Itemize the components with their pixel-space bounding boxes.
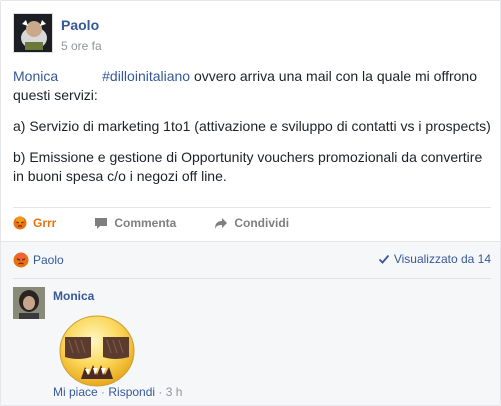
post-header: Paolo 5 ore fa — [13, 13, 483, 57]
post-paragraph-b: b) Emissione e gestione di Opportunity v… — [13, 149, 483, 184]
share-button[interactable]: Condividi — [214, 216, 289, 230]
meta-separator-2: · — [155, 385, 166, 399]
angry-face-icon — [13, 215, 27, 230]
post-intro-text: ovvero arriva una mail con la quale mi o… — [13, 68, 477, 103]
author-avatar[interactable] — [13, 13, 53, 53]
seen-by-label: Visualizzato da 14 — [393, 252, 491, 266]
reactions-summary: Paolo Visualizzato da 14 — [13, 250, 491, 270]
post-time[interactable]: 5 ore fa — [61, 39, 102, 53]
author-avatar-image — [14, 14, 52, 52]
angry-reaction-icon[interactable] — [13, 252, 29, 268]
seen-by-link[interactable]: Visualizzato da 14 — [378, 252, 491, 266]
commenter-avatar[interactable] — [13, 287, 45, 319]
post-text: Monica #dilloinitaliano ovvero arriva una… — [13, 67, 491, 198]
share-arrow-icon — [214, 216, 228, 230]
feedback-divider — [13, 278, 491, 279]
reaction-label: Grrr — [33, 215, 57, 230]
like-comment-link[interactable]: Mi piace — [53, 385, 98, 399]
reply-comment-link[interactable]: Rispondi — [108, 385, 155, 399]
post-author[interactable]: Paolo — [61, 17, 99, 33]
commenter-avatar-image — [13, 287, 45, 319]
share-label: Condividi — [234, 215, 290, 230]
hashtag-link[interactable]: #dilloinitaliano — [102, 68, 190, 84]
feedback-section: Paolo Visualizzato da 14 Monica Mi piace… — [1, 241, 500, 405]
reaction-button[interactable]: Grrr — [13, 215, 57, 230]
meta-separator-1: · — [97, 385, 109, 399]
comment-label: Commenta — [114, 215, 177, 230]
post-actions-bar: Grrr Commenta Condividi — [13, 207, 491, 237]
post-paragraph-a: a) Servizio di marketing 1to1 (attivazio… — [13, 118, 491, 134]
comment-bubble-icon — [94, 216, 108, 230]
reactor-name[interactable]: Paolo — [33, 253, 64, 267]
comment-meta: Mi piace · Rispondi · 3 h — [53, 385, 182, 399]
checkmark-icon — [378, 253, 390, 265]
comment-button[interactable]: Commenta — [94, 216, 176, 230]
post-paragraph-intro: Monica #dilloinitaliano ovvero arriva una… — [13, 67, 491, 105]
comment-item: Monica Mi piace · Rispondi · 3 h — [13, 287, 491, 405]
mention-link[interactable]: Monica — [13, 68, 58, 84]
comment-time[interactable]: 3 h — [166, 385, 183, 399]
commenter-name[interactable]: Monica — [53, 289, 94, 303]
post-card: Paolo 5 ore fa Monica #dilloinitaliano ov… — [0, 0, 501, 406]
